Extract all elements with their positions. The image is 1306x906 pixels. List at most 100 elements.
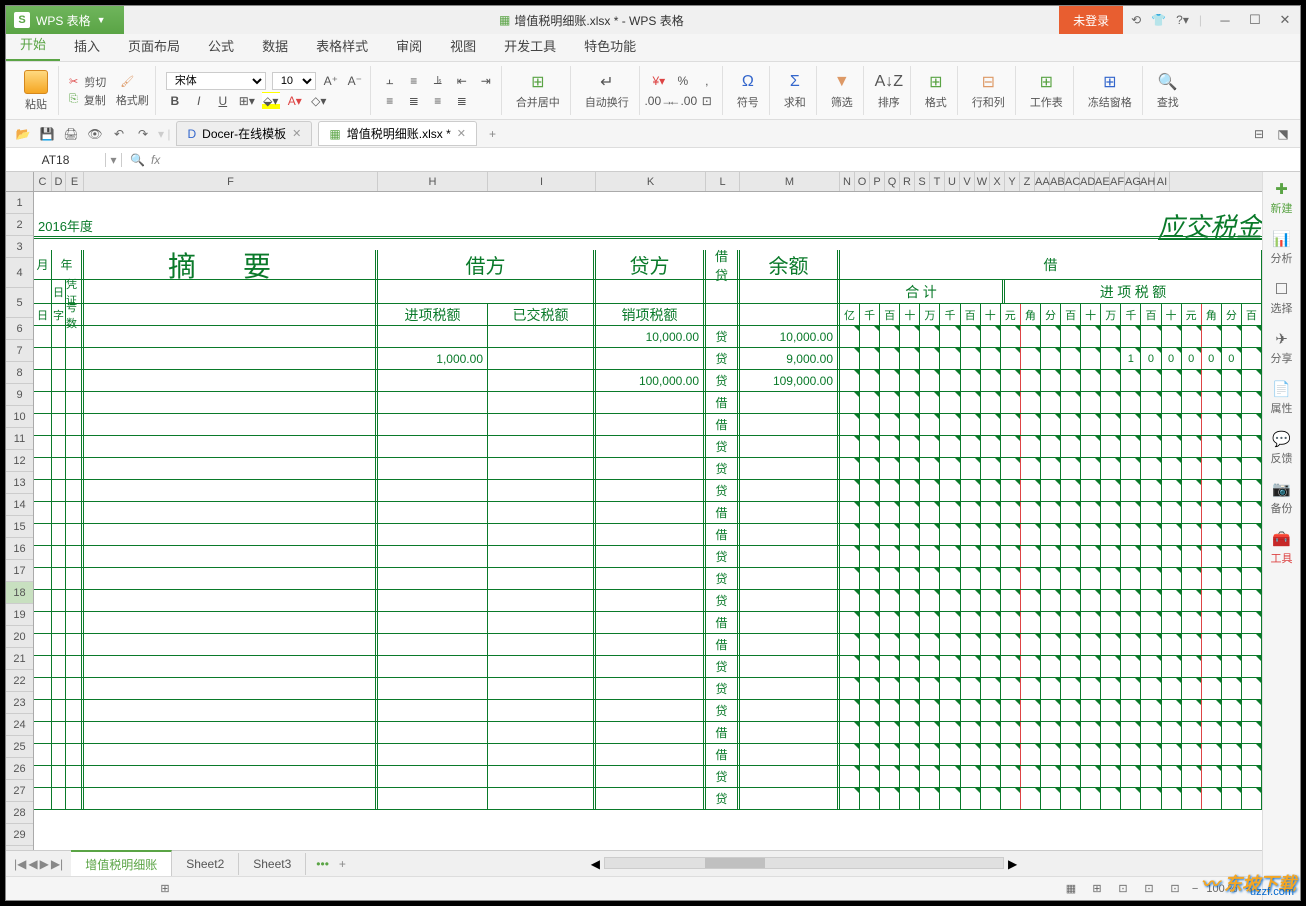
font-size-select[interactable]: 10 <box>272 72 316 90</box>
font-color-button[interactable]: A▾ <box>286 92 304 110</box>
freeze-button[interactable]: ⊞冻结窗格 <box>1084 70 1136 112</box>
copy-icon[interactable]: ⎘ <box>69 93 78 106</box>
help-icon[interactable]: ?▾ <box>1176 13 1189 27</box>
underline-button[interactable]: U <box>214 92 232 110</box>
view3-icon[interactable]: ⊡ <box>1114 881 1132 897</box>
panel-tools[interactable]: 🧰工具 <box>1271 530 1293 566</box>
align-bottom-icon[interactable]: ⫡ <box>429 72 447 90</box>
align-right-icon[interactable]: ≡ <box>429 92 447 110</box>
sheet-view-icon[interactable]: ⊞ <box>156 881 174 897</box>
panel-analyze[interactable]: 📊分析 <box>1271 230 1293 266</box>
view5-icon[interactable]: ⊡ <box>1166 881 1184 897</box>
align-center-icon[interactable]: ≣ <box>405 92 423 110</box>
bold-button[interactable]: B <box>166 92 184 110</box>
login-button[interactable]: 未登录 <box>1059 6 1123 34</box>
maximize-button[interactable]: ☐ <box>1240 6 1270 34</box>
find-button[interactable]: 🔍查找 <box>1153 70 1183 112</box>
format-button[interactable]: ⊞格式 <box>921 70 951 112</box>
doc-tab-templates[interactable]: DDocer-在线模板 ✕ <box>176 121 312 146</box>
currency-icon[interactable]: ¥▾ <box>650 72 668 90</box>
panel-backup[interactable]: 📷备份 <box>1271 480 1293 516</box>
increase-decimal-icon[interactable]: .00→ <box>650 92 668 110</box>
tab-data[interactable]: 数据 <box>248 30 302 61</box>
comma-icon[interactable]: , <box>698 72 716 90</box>
cut-icon[interactable]: ✂ <box>69 75 78 88</box>
save-icon[interactable]: 💾 <box>38 125 56 143</box>
tab-special[interactable]: 特色功能 <box>570 30 650 61</box>
list-icon[interactable]: ⊟ <box>1250 125 1268 143</box>
add-sheet-button[interactable]: + <box>339 857 346 871</box>
tab-table-style[interactable]: 表格样式 <box>302 30 382 61</box>
italic-button[interactable]: I <box>190 92 208 110</box>
app-menu-arrow[interactable]: ▼ <box>97 15 106 25</box>
panel-share[interactable]: ✈分享 <box>1271 330 1293 366</box>
preview-icon[interactable]: 👁 <box>86 125 104 143</box>
close-tab-icon[interactable]: ✕ <box>292 127 301 140</box>
tab-layout[interactable]: 页面布局 <box>114 30 194 61</box>
sheet-options-icon[interactable]: ••• <box>306 857 339 871</box>
wrap-button[interactable]: ↵自动换行 <box>581 70 633 112</box>
redo-icon[interactable]: ↷ <box>134 125 152 143</box>
name-box-dropdown[interactable]: ▾ <box>106 153 122 167</box>
tab-review[interactable]: 审阅 <box>382 30 436 61</box>
sort-button[interactable]: A↓Z排序 <box>874 70 904 112</box>
number-format-icon[interactable]: ⊡ <box>698 92 716 110</box>
align-top-icon[interactable]: ⫠ <box>381 72 399 90</box>
cells-area[interactable]: 2016年度应交税金 月 年 摘 要 借方 贷方 借贷 余额 借 日 凭证 合 … <box>34 192 1262 850</box>
sheet-tab-2[interactable]: Sheet2 <box>172 853 239 875</box>
select-all-corner[interactable] <box>6 172 34 191</box>
indent-right-icon[interactable]: ⇥ <box>477 72 495 90</box>
close-button[interactable]: ✕ <box>1270 6 1300 34</box>
worksheet-button[interactable]: ⊞工作表 <box>1026 70 1067 112</box>
doc-tab-current[interactable]: ▦增值税明细账.xlsx * ✕ <box>318 121 477 146</box>
normal-view-icon[interactable]: ▦ <box>1062 881 1080 897</box>
close-tab-icon[interactable]: ✕ <box>457 127 466 140</box>
sheet-tab-1[interactable]: 增值税明细账 <box>71 850 172 877</box>
sum-button[interactable]: Σ求和 <box>780 70 810 112</box>
column-headers[interactable]: CDEFHIKLMNOPQRSTUVWXYZAAABACADAEAFAGAHAI <box>6 172 1262 192</box>
filter-button[interactable]: ▼筛选 <box>827 70 857 112</box>
panel-select[interactable]: ☐选择 <box>1271 280 1293 316</box>
next-sheet-icon[interactable]: ▶ <box>40 857 49 871</box>
decrease-decimal-icon[interactable]: ←.00 <box>674 92 692 110</box>
panel-new[interactable]: ✚新建 <box>1271 180 1293 216</box>
clear-format-button[interactable]: ◇▾ <box>310 92 328 110</box>
row-headers[interactable]: 1234567891011121314151617181920212223242… <box>6 192 34 850</box>
print-icon[interactable]: 🖨 <box>62 125 80 143</box>
horizontal-scrollbar[interactable] <box>604 857 1004 869</box>
tab-start[interactable]: 开始 <box>6 28 60 61</box>
prev-sheet-icon[interactable]: ◀ <box>28 857 37 871</box>
panel-feedback[interactable]: 💬反馈 <box>1271 430 1293 466</box>
fx-label[interactable]: fx <box>151 153 160 167</box>
view4-icon[interactable]: ⊡ <box>1140 881 1158 897</box>
undo-icon[interactable]: ↶ <box>110 125 128 143</box>
tab-formula[interactable]: 公式 <box>194 30 248 61</box>
open-icon[interactable]: 📂 <box>14 125 32 143</box>
percent-icon[interactable]: % <box>674 72 692 90</box>
paste-button[interactable]: 粘贴 <box>20 68 52 114</box>
tab-view[interactable]: 视图 <box>436 30 490 61</box>
symbol-button[interactable]: Ω符号 <box>733 70 763 112</box>
fx-search-icon[interactable]: 🔍 <box>130 153 145 167</box>
rowcol-button[interactable]: ⊟行和列 <box>968 70 1009 112</box>
scroll-right-icon[interactable]: ▶ <box>1004 857 1021 871</box>
new-tab-button[interactable]: + <box>483 127 502 141</box>
name-box[interactable]: AT18 <box>6 153 106 167</box>
fill-color-button[interactable]: ⬙▾ <box>262 92 280 110</box>
align-middle-icon[interactable]: ≡ <box>405 72 423 90</box>
scroll-left-icon[interactable]: ◀ <box>587 857 604 871</box>
minimize-button[interactable]: ─ <box>1210 6 1240 34</box>
indent-left-icon[interactable]: ⇤ <box>453 72 471 90</box>
skin-icon[interactable]: 👕 <box>1151 13 1166 27</box>
border-button[interactable]: ⊞▾ <box>238 92 256 110</box>
page-view-icon[interactable]: ⊞ <box>1088 881 1106 897</box>
tab-insert[interactable]: 插入 <box>60 30 114 61</box>
first-sheet-icon[interactable]: |◀ <box>14 857 26 871</box>
increase-font-icon[interactable]: A⁺ <box>322 72 340 90</box>
decrease-font-icon[interactable]: A⁻ <box>346 72 364 90</box>
format-painter-icon[interactable]: 🖌 <box>120 75 134 88</box>
align-justify-icon[interactable]: ≣ <box>453 92 471 110</box>
zoom-out-button[interactable]: − <box>1192 883 1198 895</box>
panel-props[interactable]: 📄属性 <box>1271 380 1293 416</box>
pin-icon[interactable]: ⬔ <box>1274 125 1292 143</box>
